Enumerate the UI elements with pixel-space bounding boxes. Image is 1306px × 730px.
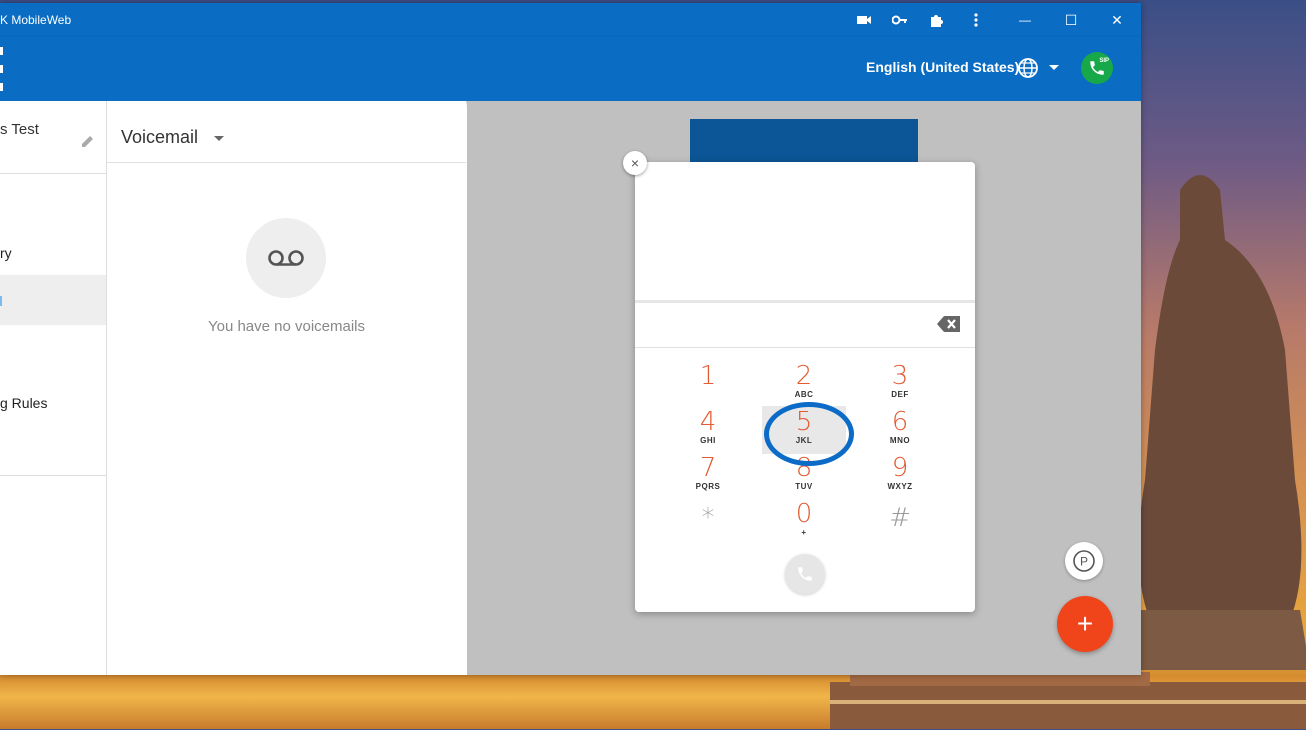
phone-icon: [798, 567, 812, 581]
app-bar: English (United States) SIP: [0, 37, 1141, 101]
key-5-highlight-ring: [764, 402, 854, 466]
voicemail-panel: Voicemail You have no voicemails: [107, 101, 466, 675]
key-star[interactable]: *: [678, 504, 738, 548]
key-3[interactable]: 3 DEF: [870, 362, 930, 406]
puzzle-icon[interactable]: [927, 11, 945, 29]
backspace-icon[interactable]: [937, 315, 961, 333]
title-bar: K MobileWeb — ☐ ✕: [0, 3, 1141, 37]
video-icon[interactable]: [855, 11, 873, 29]
key-9[interactable]: 9 WXYZ: [870, 454, 930, 498]
key-hash[interactable]: #: [870, 504, 930, 548]
close-button[interactable]: ✕: [1094, 3, 1140, 37]
key-7[interactable]: 7 PQRS: [678, 454, 738, 498]
app-window: K MobileWeb — ☐ ✕ English (United States…: [0, 3, 1141, 675]
dialpad-dialog: × 1 2 ABC 3 DEF 4 GHI 5 JKL 6 MNO 7 PQRS 8 TUV …: [623, 151, 975, 612]
park-button[interactable]: P: [1065, 542, 1103, 580]
wallpaper-building: [830, 672, 1306, 729]
panel-divider: [107, 162, 466, 163]
key-icon[interactable]: [891, 11, 909, 29]
left-nav: s Test ry g Rules: [0, 101, 107, 675]
voicemail-placeholder: [246, 218, 326, 298]
sip-phone-button[interactable]: SIP: [1081, 52, 1113, 84]
number-input[interactable]: [635, 303, 975, 348]
key-0[interactable]: 0 +: [774, 500, 834, 544]
key-4[interactable]: 4 GHI: [678, 408, 738, 452]
edit-icon[interactable]: [80, 133, 96, 149]
nav-item-voicemail-marker: [0, 296, 2, 306]
window-title: K MobileWeb: [0, 13, 72, 27]
minimize-button[interactable]: —: [1002, 3, 1048, 37]
nav-divider: [0, 475, 106, 476]
content-area: × 1 2 ABC 3 DEF 4 GHI 5 JKL 6 MNO 7 PQRS 8 TUV …: [467, 101, 1141, 675]
sip-label: SIP: [1099, 58, 1109, 64]
menu-icon[interactable]: [0, 47, 3, 91]
voicemail-icon: [268, 250, 304, 266]
key-2[interactable]: 2 ABC: [774, 362, 834, 406]
user-name: s Test: [0, 121, 39, 138]
maximize-button[interactable]: ☐: [1048, 3, 1094, 37]
chevron-down-icon[interactable]: [214, 136, 224, 141]
key-1[interactable]: 1: [678, 362, 738, 406]
nav-item-call-rules[interactable]: g Rules: [0, 395, 47, 411]
empty-message: You have no voicemails: [207, 318, 366, 335]
nav-item-history[interactable]: ry: [0, 245, 12, 261]
nav-divider: [0, 173, 106, 174]
nav-item-voicemail[interactable]: [0, 275, 106, 325]
language-selector[interactable]: English (United States): [866, 59, 1019, 75]
more-vert-icon[interactable]: [967, 11, 985, 29]
dialpad-display: [635, 162, 975, 300]
add-button[interactable]: +: [1057, 596, 1113, 652]
wallpaper-statue: [1130, 175, 1306, 670]
call-button[interactable]: [785, 554, 825, 594]
svg-text:P: P: [1080, 555, 1088, 569]
globe-icon[interactable]: [1017, 57, 1039, 79]
park-icon: P: [1073, 550, 1095, 572]
voicemail-header[interactable]: Voicemail: [121, 127, 198, 148]
key-6[interactable]: 6 MNO: [870, 408, 930, 452]
chevron-down-icon[interactable]: [1049, 65, 1059, 70]
